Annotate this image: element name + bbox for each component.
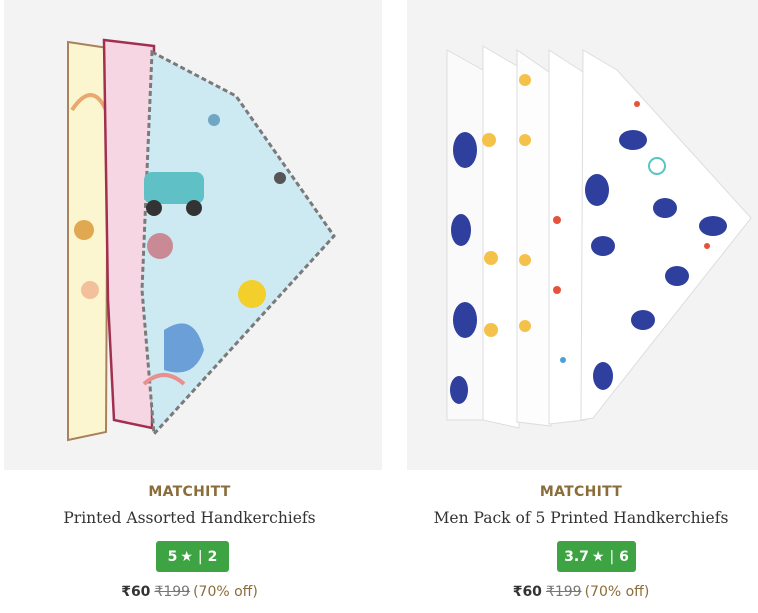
discount-label: (70% off) xyxy=(193,584,258,600)
product-title[interactable]: Men Pack of 5 Printed Handkerchiefs xyxy=(404,509,758,527)
product-image[interactable] xyxy=(4,0,382,470)
price-row: ₹60 ₹199 (70% off) xyxy=(404,584,758,600)
rating-separator: | xyxy=(609,548,615,565)
handkerchiefs-image xyxy=(67,38,336,442)
rating-badge[interactable]: 5 ★ | 2 xyxy=(156,541,229,572)
sale-price: ₹60 xyxy=(512,584,542,600)
brand-name: MATCHITT xyxy=(539,484,623,500)
product-image[interactable] xyxy=(407,0,758,470)
star-icon: ★ xyxy=(180,548,193,565)
product-card[interactable]: MATCHITT Men Pack of 5 Printed Handkerch… xyxy=(404,0,758,613)
price-row: ₹60 ₹199 (70% off) xyxy=(0,584,379,600)
discount-label: (70% off) xyxy=(584,584,650,600)
original-price: ₹199 xyxy=(545,584,582,600)
rating-value: 3.7 xyxy=(564,548,589,565)
sale-price: ₹60 xyxy=(121,584,151,600)
brand-name: MATCHITT xyxy=(148,484,231,500)
rating-badge[interactable]: 3.7 ★ | 6 xyxy=(557,541,636,572)
product-title[interactable]: Printed Assorted Handkerchiefs xyxy=(0,509,379,527)
handkerchiefs-image xyxy=(446,45,752,429)
original-price: ₹199 xyxy=(154,584,191,600)
rating-separator: | xyxy=(197,548,203,565)
star-icon: ★ xyxy=(591,548,605,565)
rating-value: 5 xyxy=(167,548,178,565)
product-card[interactable]: MATCHITT Printed Assorted Handkerchiefs … xyxy=(0,0,382,613)
review-count: 6 xyxy=(619,548,629,565)
review-count: 2 xyxy=(207,548,218,565)
